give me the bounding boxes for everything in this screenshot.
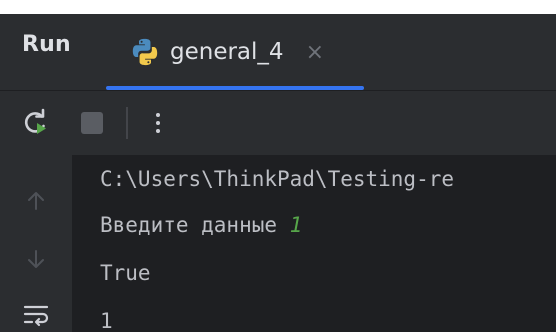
close-icon[interactable]: ×	[306, 40, 324, 65]
console-line-result: True	[100, 261, 151, 285]
console-gutter	[0, 155, 72, 332]
toolbar-separator	[126, 107, 128, 139]
arrow-down-icon	[28, 250, 44, 268]
more-vertical-icon	[156, 113, 160, 133]
more-options-button[interactable]	[140, 105, 176, 141]
scroll-up-button[interactable]	[20, 185, 52, 217]
console-line-path: C:\Users\ThinkPad\Testing-re	[100, 167, 455, 191]
stop-button[interactable]	[74, 105, 110, 141]
rerun-button[interactable]	[18, 105, 54, 141]
console-line-output: 1	[100, 309, 113, 332]
tab-general-4[interactable]: general_4 ×	[130, 24, 368, 80]
console-line-prompt: Введите данные 1	[100, 213, 302, 237]
run-tool-window: Run general_4 × C:\Users\ThinkPad\Testin…	[0, 14, 556, 332]
active-tab-indicator	[106, 86, 364, 90]
arrow-up-icon	[28, 192, 44, 210]
stop-icon	[81, 112, 103, 134]
rerun-icon	[24, 108, 46, 134]
run-tab-bar: Run general_4 ×	[0, 14, 556, 90]
prompt-text: Введите данные	[100, 213, 290, 237]
scroll-down-button[interactable]	[20, 243, 52, 275]
python-icon	[132, 38, 158, 66]
run-panel-title: Run	[22, 32, 71, 57]
tab-label: general_4	[170, 39, 284, 65]
user-input-value: 1	[289, 213, 303, 237]
run-toolbar	[0, 91, 556, 155]
soft-wrap-icon	[23, 305, 49, 327]
soft-wrap-button[interactable]	[20, 299, 52, 331]
console-output[interactable]: C:\Users\ThinkPad\Testing-re Введите дан…	[72, 155, 556, 332]
